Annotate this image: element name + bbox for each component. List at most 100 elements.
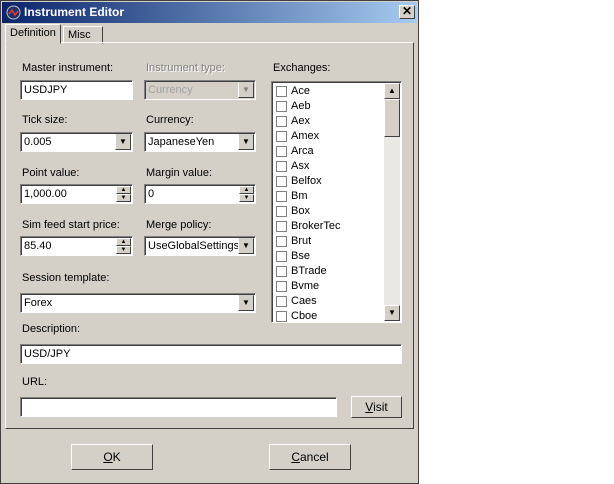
cancel-label: ancel [299,450,329,464]
chevron-down-icon[interactable]: ▼ [238,134,254,150]
exchange-checkbox[interactable] [276,236,287,247]
sim-feed-start-price-value: 85.40 [24,240,52,252]
exchange-checkbox[interactable] [276,146,287,157]
tick-size-select[interactable]: 0.005 ▼ [20,132,133,152]
exchange-label: Belfox [291,175,322,187]
master-instrument-label: Master instrument: [22,62,114,74]
merge-policy-label: Merge policy: [146,219,212,231]
exchanges-label: Exchanges: [273,62,331,74]
exchange-label: Bm [291,190,308,202]
exchange-checkbox[interactable] [276,206,287,217]
exchange-checkbox[interactable] [276,281,287,292]
exchange-label: Arca [291,145,314,157]
point-value-label: Point value: [22,167,80,179]
instrument-editor-window: Instrument Editor ✕ Definition Misc Mast… [0,0,419,484]
spin-up-icon[interactable]: ▲ [116,186,131,194]
exchange-checkbox[interactable] [276,101,287,112]
spin-up-icon[interactable]: ▲ [116,238,131,246]
exchange-label: Aeb [291,100,311,112]
exchange-label: Caes [291,295,317,307]
exchange-label: Bse [291,250,310,262]
tab-misc-label: Misc [68,29,91,41]
sim-feed-start-price-spinner[interactable]: 85.40 ▲ ▼ [20,236,133,256]
exchange-checkbox[interactable] [276,86,287,97]
visit-button[interactable]: Visit [351,396,402,418]
cancel-accel: C [291,450,300,464]
instrument-type-label: Instrument type: [146,62,225,74]
exchange-checkbox[interactable] [276,176,287,187]
instrument-type-value: Currency [148,84,193,96]
session-template-value: Forex [24,297,53,309]
exchanges-scrollbar[interactable]: ▲ ▼ [384,83,400,321]
exchange-checkbox[interactable] [276,116,287,127]
tab-definition-label: Definition [10,27,56,39]
ok-accel: O [103,450,113,464]
point-value-spinner[interactable]: 1,000.00 ▲ ▼ [20,184,133,204]
ok-button[interactable]: OK [71,444,153,470]
exchange-checkbox[interactable] [276,131,287,142]
exchange-label: Cboe [291,310,318,322]
point-value-value: 1,000.00 [24,188,67,200]
margin-value-spin-buttons[interactable]: ▲ ▼ [239,186,254,202]
exchange-label: Amex [291,130,320,142]
spin-down-icon[interactable]: ▼ [239,194,254,202]
exchange-label: Brut [291,235,312,247]
description-input[interactable]: USD/JPY [20,344,402,364]
margin-value-value: 0 [148,188,155,200]
chevron-down-icon[interactable]: ▼ [238,295,254,311]
currency-value: JapaneseYen [148,136,215,148]
exchange-checkbox[interactable] [276,221,287,232]
exchange-label: Ace [291,85,310,97]
url-label: URL: [22,376,48,388]
point-value-spin-buttons[interactable]: ▲ ▼ [116,186,131,202]
exchange-label: Asx [291,160,310,172]
scroll-down-icon[interactable]: ▼ [384,305,400,321]
margin-value-spinner[interactable]: 0 ▲ ▼ [144,184,256,204]
exchange-label: Aex [291,115,310,127]
exchange-checkbox[interactable] [276,296,287,307]
description-value: USD/JPY [24,348,71,360]
url-input[interactable] [20,397,337,417]
exchange-checkbox[interactable] [276,266,287,277]
scroll-thumb[interactable] [384,99,400,137]
exchange-checkbox[interactable] [276,311,287,322]
description-label: Description: [22,323,81,335]
margin-value-label: Margin value: [146,167,213,179]
close-button[interactable]: ✕ [399,5,415,19]
tab-definition[interactable]: Definition [5,24,61,44]
scroll-up-icon[interactable]: ▲ [384,83,400,99]
visit-label: isit [373,400,388,414]
instrument-type-select: Currency ▼ [144,80,256,100]
sim-feed-spin-buttons[interactable]: ▲ ▼ [116,238,131,254]
exchange-label: Box [291,205,310,217]
app-icon [6,5,21,20]
currency-select[interactable]: JapaneseYen ▼ [144,132,256,152]
exchanges-list[interactable]: Ace Aeb Aex Amex Arca Asx Belfox Bm Box BrokerTec… [271,81,402,323]
spin-down-icon[interactable]: ▼ [116,246,131,254]
close-icon: ✕ [401,4,413,18]
exchange-label: Bvme [291,280,320,292]
currency-label: Currency: [146,114,194,126]
master-instrument-input[interactable]: USDJPY [20,80,133,100]
exchange-label: BrokerTec [291,220,341,232]
master-instrument-value: USDJPY [24,84,68,96]
visit-accel: V [365,400,374,414]
exchange-checkbox[interactable] [276,251,287,262]
merge-policy-select[interactable]: UseGlobalSettings ▼ [144,236,256,256]
session-template-label: Session template: [22,272,110,284]
window-title: Instrument Editor [24,5,125,19]
title-bar[interactable]: Instrument Editor ✕ [2,2,417,23]
spin-down-icon[interactable]: ▼ [116,194,131,202]
cancel-button[interactable]: Cancel [269,444,351,470]
sim-feed-start-price-label: Sim feed start price: [22,219,120,231]
chevron-down-icon[interactable]: ▼ [238,238,254,254]
exchange-checkbox[interactable] [276,191,287,202]
spin-up-icon[interactable]: ▲ [239,186,254,194]
session-template-select[interactable]: Forex ▼ [20,293,256,313]
exchange-label: BTrade [291,265,327,277]
tick-size-label: Tick size: [22,114,68,126]
chevron-down-icon[interactable]: ▼ [115,134,131,150]
merge-policy-value: UseGlobalSettings [148,240,240,252]
exchange-checkbox[interactable] [276,161,287,172]
tick-size-value: 0.005 [24,136,52,148]
